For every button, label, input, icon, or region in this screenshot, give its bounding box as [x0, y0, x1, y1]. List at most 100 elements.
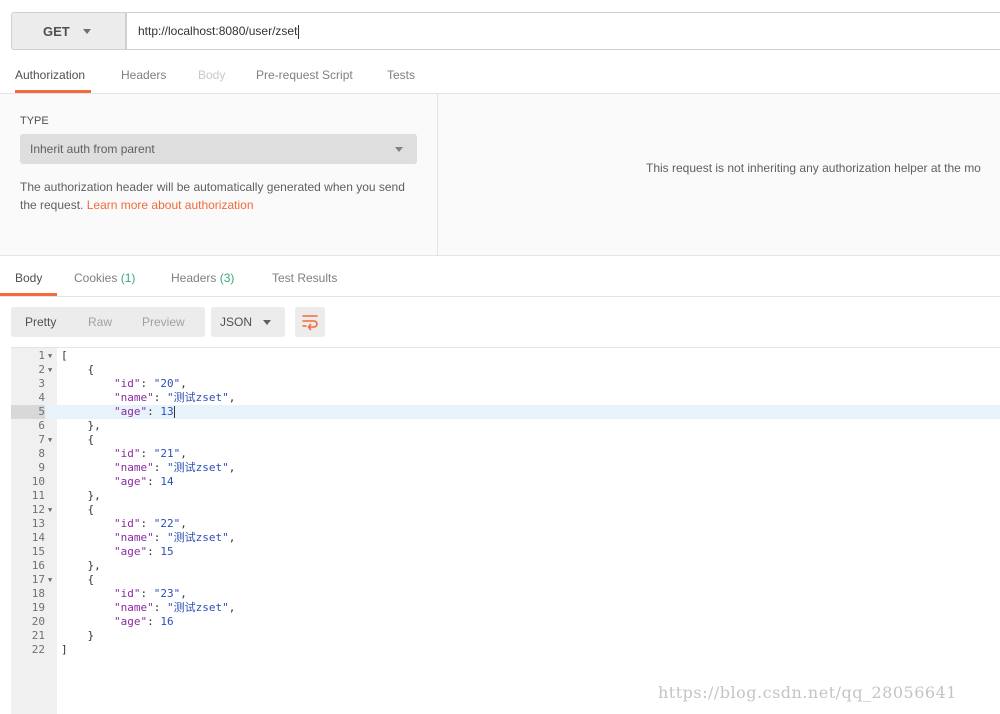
text-cursor: [298, 24, 300, 39]
line-number: 21: [31, 629, 45, 642]
code-text: "id": "23",: [113, 587, 187, 600]
code-text: "age": 15: [113, 545, 174, 558]
line-number: 2: [38, 363, 45, 376]
tab-response-headers[interactable]: Headers (3): [171, 256, 234, 296]
auth-type-value: Inherit auth from parent: [30, 142, 155, 156]
body-toolbar: Pretty Raw Preview JSON: [0, 297, 1000, 347]
view-mode-group: Pretty Raw Preview: [11, 307, 205, 337]
code-line: 18 "id": "23",: [11, 587, 1000, 601]
code-text: {: [61, 433, 95, 446]
auth-type-select[interactable]: Inherit auth from parent: [20, 134, 417, 164]
code-text: }: [61, 629, 95, 642]
tab-response-body[interactable]: Body: [0, 256, 58, 296]
code-text: {: [61, 573, 95, 586]
auth-description: The authorization header will be automat…: [20, 178, 420, 214]
chevron-down-icon: [83, 29, 91, 34]
code-text: {: [61, 503, 95, 516]
tab-authorization[interactable]: Authorization: [15, 62, 91, 93]
code-text: {: [61, 363, 95, 376]
response-body-editor[interactable]: 1 ▼[2 ▼ {3 "id": "20", 4 "name": "测试zset", 5…: [11, 347, 1000, 714]
code-line: 17 ▼ {: [11, 573, 1000, 587]
request-tabs: Authorization Headers Body Pre-request S…: [0, 62, 1000, 94]
code-line: 9 "name": "测试zset",: [11, 461, 1000, 475]
code-line: 22]: [11, 643, 1000, 657]
line-number: 16: [31, 559, 45, 572]
code-line: 1 ▼ [: [11, 349, 1000, 363]
line-number: 9: [38, 461, 45, 474]
type-label: TYPE: [20, 115, 49, 127]
code-line: 12 ▼ {: [11, 503, 1000, 517]
tab-label: Pre-request Script: [256, 68, 353, 82]
code-line: 8 "id": "21",: [11, 447, 1000, 461]
response-tabs: Body Cookies (1) Headers (3) Test Result…: [0, 256, 1000, 297]
fold-toggle-icon[interactable]: ▼: [48, 573, 52, 587]
code-text: [: [61, 349, 68, 362]
line-number: 7: [38, 433, 45, 446]
tab-tests[interactable]: Tests: [387, 62, 415, 93]
code-text: ]: [61, 643, 68, 656]
code-text: "name": "测试zset",: [113, 391, 236, 404]
tab-pre-request-script[interactable]: Pre-request Script: [256, 62, 353, 93]
learn-more-link[interactable]: Learn more about authorization: [87, 198, 254, 212]
fold-toggle-icon[interactable]: ▼: [48, 503, 52, 517]
line-number: 11: [31, 489, 45, 502]
tab-label: Cookies: [74, 271, 118, 285]
tab-test-results[interactable]: Test Results: [272, 256, 337, 296]
tab-cookies[interactable]: Cookies (1): [74, 256, 135, 296]
line-number: 1: [38, 349, 45, 362]
code-line: 16 },: [11, 559, 1000, 573]
code-line: 19 "name": "测试zset",: [11, 601, 1000, 615]
chevron-down-icon: [395, 147, 403, 152]
code-text: "name": "测试zset",: [113, 461, 236, 474]
line-number: 14: [31, 531, 45, 544]
code-text: },: [61, 559, 101, 572]
line-number: 10: [31, 475, 45, 488]
line-number: 3: [38, 377, 45, 390]
code-text: "id": "21",: [113, 447, 187, 460]
pretty-button[interactable]: Pretty: [25, 307, 56, 337]
line-number: 20: [31, 615, 45, 628]
code-line: 4 "name": "测试zset",: [11, 391, 1000, 405]
method-select[interactable]: GET: [11, 12, 126, 50]
preview-button[interactable]: Preview: [142, 307, 185, 337]
tab-label: Test Results: [272, 271, 338, 285]
code-line: 13 "id": "22",: [11, 517, 1000, 531]
line-number: 17: [31, 573, 45, 586]
line-number: 15: [31, 545, 45, 558]
code-text: "age": 16: [113, 615, 174, 628]
fold-toggle-icon[interactable]: ▼: [48, 349, 52, 363]
wrap-lines-icon: [302, 315, 318, 331]
line-number: 18: [31, 587, 45, 600]
auth-info-message: This request is not inheriting any autho…: [646, 161, 981, 175]
line-number: 22: [31, 643, 45, 656]
code-text: "age": 14: [113, 475, 174, 488]
format-select[interactable]: JSON: [211, 307, 285, 337]
tab-headers[interactable]: Headers: [121, 62, 166, 93]
code-line: 6 },: [11, 419, 1000, 433]
code-text: "age": 13: [113, 405, 175, 418]
tab-label: Body: [15, 271, 43, 285]
tab-label: Tests: [387, 68, 416, 82]
code-text: "name": "测试zset",: [113, 601, 236, 614]
fold-toggle-icon[interactable]: ▼: [48, 363, 52, 377]
fold-toggle-icon[interactable]: ▼: [48, 433, 52, 447]
line-number: 5: [11, 405, 45, 419]
format-value: JSON: [220, 315, 253, 329]
url-input[interactable]: http://localhost:8080/user/zset: [126, 12, 1000, 50]
raw-button[interactable]: Raw: [88, 307, 112, 337]
code-text: "id": "22",: [113, 517, 187, 530]
code-line: 3 "id": "20",: [11, 377, 1000, 391]
chevron-down-icon: [263, 320, 271, 325]
auth-settings: TYPE Inherit auth from parent The author…: [0, 94, 438, 255]
watermark: https://blog.csdn.net/qq_28056641: [658, 683, 957, 702]
tab-body[interactable]: Body: [198, 62, 225, 93]
line-number: 6: [38, 419, 45, 432]
wrap-lines-button[interactable]: [295, 307, 325, 337]
code-line: 14 "name": "测试zset",: [11, 531, 1000, 545]
code-line: 20 "age": 16: [11, 615, 1000, 629]
headers-count: (3): [219, 271, 235, 285]
url-text: http://localhost:8080/user/zset: [138, 24, 298, 38]
tab-label: Body: [198, 68, 226, 82]
line-number: 19: [31, 601, 45, 614]
cookies-count: (1): [120, 271, 136, 285]
